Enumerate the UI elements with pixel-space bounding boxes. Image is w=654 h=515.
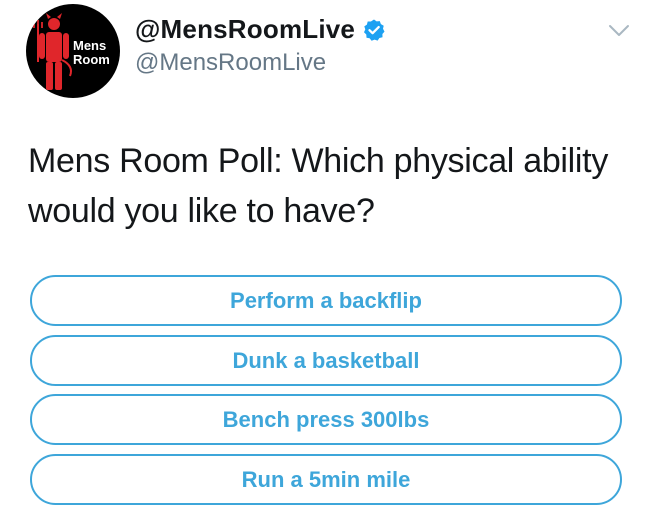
display-name[interactable]: @MensRoomLive (135, 14, 386, 45)
verified-badge-icon (364, 19, 385, 41)
poll-option-dunk[interactable]: Dunk a basketball (30, 335, 622, 386)
tweet-text: Mens Room Poll: Which physical ability w… (28, 142, 609, 230)
handle[interactable]: @MensRoomLive (135, 49, 326, 77)
poll-option-bench-press[interactable]: Bench press 300lbs (30, 394, 622, 445)
avatar-text-room: Room (73, 52, 110, 67)
display-name-text: @MensRoomLive (135, 14, 356, 44)
mens-room-logo: Mens Room (33, 13, 110, 90)
chevron-down-icon[interactable] (608, 24, 630, 38)
poll-option-mile[interactable]: Run a 5min mile (30, 454, 622, 505)
avatar-text-mens: Mens (73, 38, 106, 53)
poll-option-backflip[interactable]: Perform a backflip (30, 275, 622, 326)
avatar[interactable]: Mens Room (26, 4, 120, 98)
